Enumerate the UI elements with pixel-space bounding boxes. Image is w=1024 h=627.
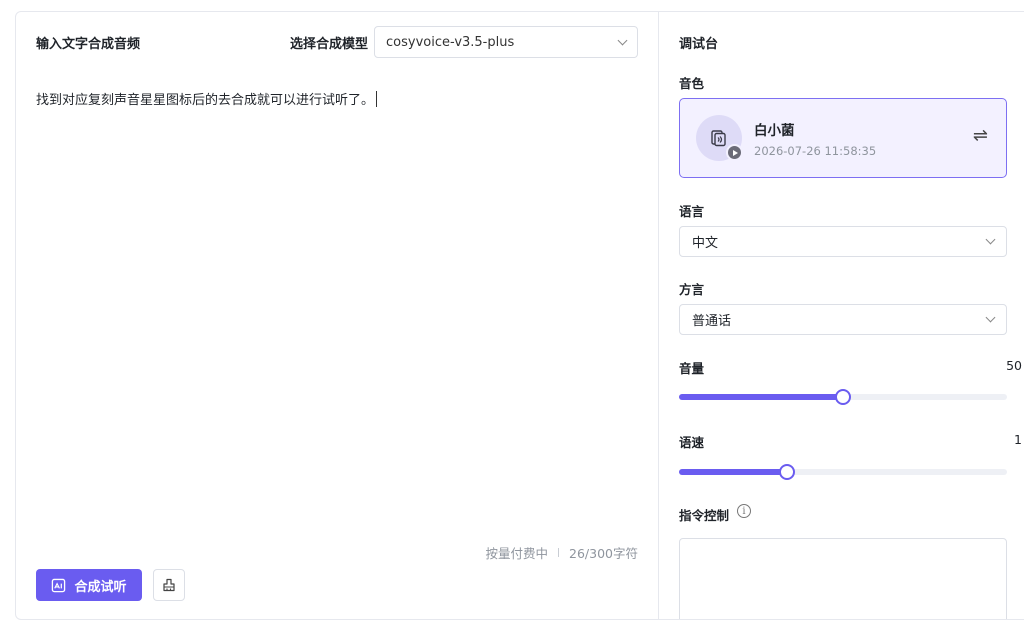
char-count: 26/300字符 (569, 546, 638, 561)
synthesize-button[interactable]: 合成试听 (36, 569, 142, 601)
text-input[interactable]: 找到对应复刻声音星星图标后的去合成就可以进行试听了。 (36, 91, 636, 511)
info-icon[interactable]: i (737, 504, 751, 518)
ai-image-icon (52, 578, 66, 592)
volume-value: 50 (1006, 358, 1022, 373)
eraser-icon (163, 578, 175, 592)
billing-mode: 按量付费中 (485, 546, 549, 561)
debug-panel: 调试台 音色 白小菌 2026-07-26 11:58:35 ⇌ 语言 中文 方… (658, 12, 1024, 619)
volume-slider-thumb[interactable] (835, 389, 851, 405)
voice-card[interactable]: 白小菌 2026-07-26 11:58:35 ⇌ (679, 98, 1007, 178)
volume-label: 音量 (679, 361, 705, 376)
clear-button[interactable] (153, 569, 185, 601)
dialect-value: 普通话 (692, 314, 732, 329)
chevron-down-icon (617, 35, 628, 45)
speed-label: 语速 (679, 435, 705, 450)
voice-name: 白小菌 (754, 123, 795, 139)
speed-slider-thumb[interactable] (779, 464, 796, 480)
voice-avatar (696, 115, 743, 161)
model-label: 选择合成模型 (290, 37, 369, 52)
speed-value: 1 (1014, 432, 1022, 447)
synthesize-label: 合成试听 (74, 579, 127, 595)
volume-slider-fill (679, 394, 843, 400)
instruction-label: 指令控制 (679, 508, 730, 523)
language-label: 语言 (679, 204, 705, 219)
volume-slider[interactable] (679, 389, 1007, 405)
dialect-select[interactable]: 普通话 (679, 304, 1007, 335)
text-input-value: 找到对应复刻声音星星图标后的去合成就可以进行试听了。 (36, 93, 375, 108)
counter-divider (558, 548, 560, 557)
input-title: 输入文字合成音频 (36, 37, 141, 52)
language-select[interactable]: 中文 (679, 226, 1007, 257)
play-icon[interactable] (726, 144, 743, 161)
dialect-label: 方言 (679, 282, 705, 297)
model-select[interactable]: cosyvoice-v3.5-plus (374, 26, 638, 58)
input-section: 输入文字合成音频 选择合成模型 cosyvoice-v3.5-plus 找到对应… (16, 12, 658, 619)
instruction-input[interactable] (679, 538, 1007, 619)
voice-time: 2026-07-26 11:58:35 (754, 144, 877, 158)
swap-icon[interactable]: ⇌ (973, 125, 988, 146)
debug-title: 调试台 (679, 37, 719, 52)
chevron-down-icon (985, 234, 996, 245)
model-select-value: cosyvoice-v3.5-plus (386, 34, 515, 50)
text-caret (376, 91, 378, 107)
chevron-down-icon (985, 312, 996, 323)
voice-clone-icon (711, 130, 726, 147)
char-counter: 按量付费中 26/300字符 (486, 543, 639, 562)
tts-panel: 输入文字合成音频 选择合成模型 cosyvoice-v3.5-plus 找到对应… (15, 11, 1024, 620)
language-value: 中文 (692, 236, 719, 251)
voice-label: 音色 (679, 76, 705, 91)
speed-slider[interactable] (679, 464, 1007, 480)
speed-slider-fill (679, 469, 788, 475)
